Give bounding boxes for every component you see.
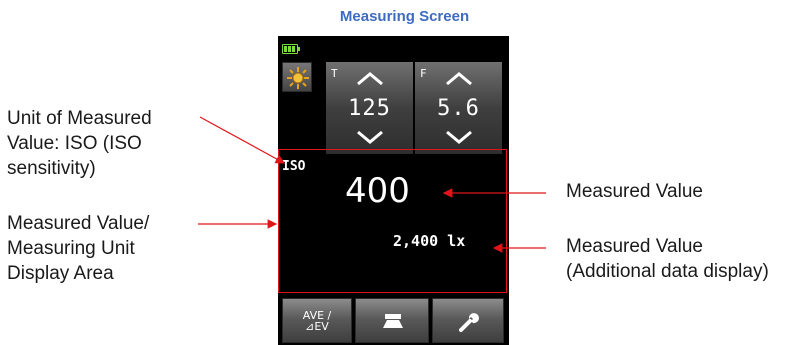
callout-lines bbox=[198, 116, 546, 253]
